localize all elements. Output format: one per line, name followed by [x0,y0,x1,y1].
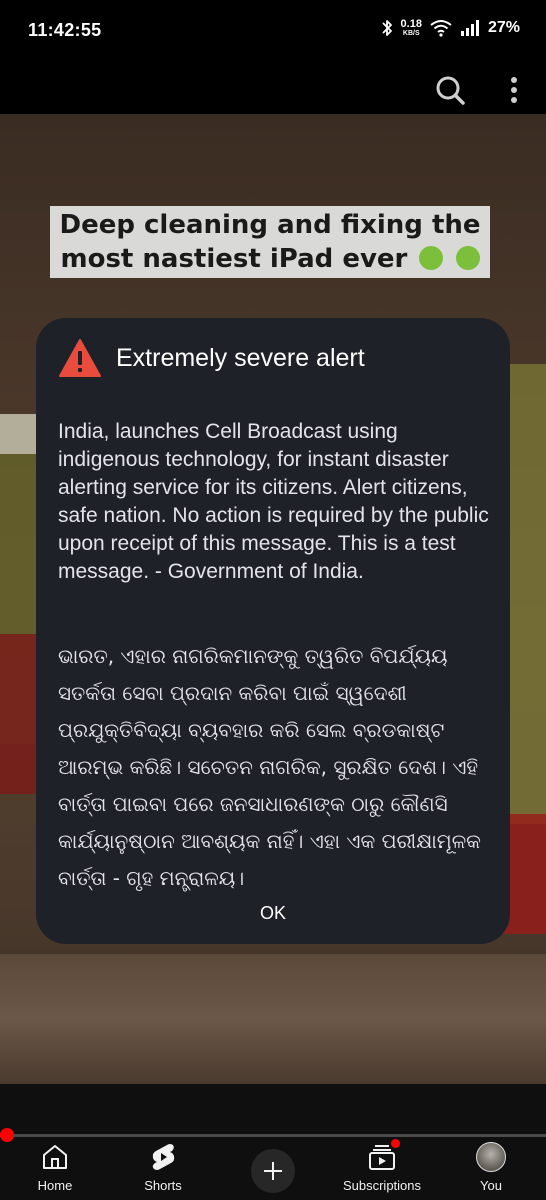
signal-icon [460,20,479,36]
nav-item-home[interactable]: Home [0,1142,110,1198]
video-caption-text: Deep cleaning and fixing the most nastie… [59,210,481,274]
home-icon [43,1145,67,1169]
alert-title: Extremely severe alert [116,343,365,372]
nav-item-subscriptions[interactable]: Subscriptions [327,1139,437,1198]
more-options-icon[interactable] [500,74,528,106]
video-progress-bar[interactable] [0,1128,546,1142]
nav-label-you: You [480,1178,502,1193]
search-icon[interactable] [434,74,466,106]
plus-icon [264,1162,282,1180]
nav-label-subscriptions: Subscriptions [342,1178,422,1193]
wifi-icon [430,20,452,37]
nav-item-you[interactable]: You [436,1142,546,1198]
status-bar: 11:42:55 0.18 KB/S 27% [0,0,546,62]
shorts-icon [152,1144,175,1170]
app-header [0,62,546,114]
subscriptions-icon-wrap [367,1139,400,1172]
network-speed-value: 0.18 [400,18,422,30]
bluetooth-icon [381,20,392,36]
alert-message-english: India, launches Cell Broadcast using ind… [58,420,489,583]
avatar [476,1142,506,1172]
video-progress-thumb[interactable] [0,1128,14,1142]
status-time: 11:42:55 [28,20,102,40]
alert-header: Extremely severe alert [58,338,365,378]
vomiting-face-icon [455,246,480,270]
network-speed: 0.18 KB/S [400,18,422,38]
nav-item-shorts[interactable]: Shorts [108,1142,218,1198]
emergency-alert-dialog: Extremely severe alert India, launches C… [36,318,510,944]
video-background-window [0,414,38,454]
ok-button[interactable]: OK [243,898,303,928]
create-button[interactable] [251,1149,295,1193]
nav-label-home: Home [37,1178,73,1193]
alert-message-odia: ଭାରତ, ଏହାର ନାଗରିକମାନଙ୍କୁ ତ୍ୱରିତ ବିପର୍ଯ୍ୟ… [58,644,481,890]
video-caption: Deep cleaning and fixing the most nastie… [50,206,490,278]
network-speed-unit: KB/S [402,30,420,37]
video-background-floor [0,954,546,1084]
nauseated-face-icon [419,246,444,270]
status-icons: 0.18 KB/S 27% [381,18,520,38]
nav-label-shorts: Shorts [144,1178,182,1193]
notification-dot [391,1139,400,1148]
battery-percent: 27% [487,19,520,36]
warning-icon [59,339,101,377]
